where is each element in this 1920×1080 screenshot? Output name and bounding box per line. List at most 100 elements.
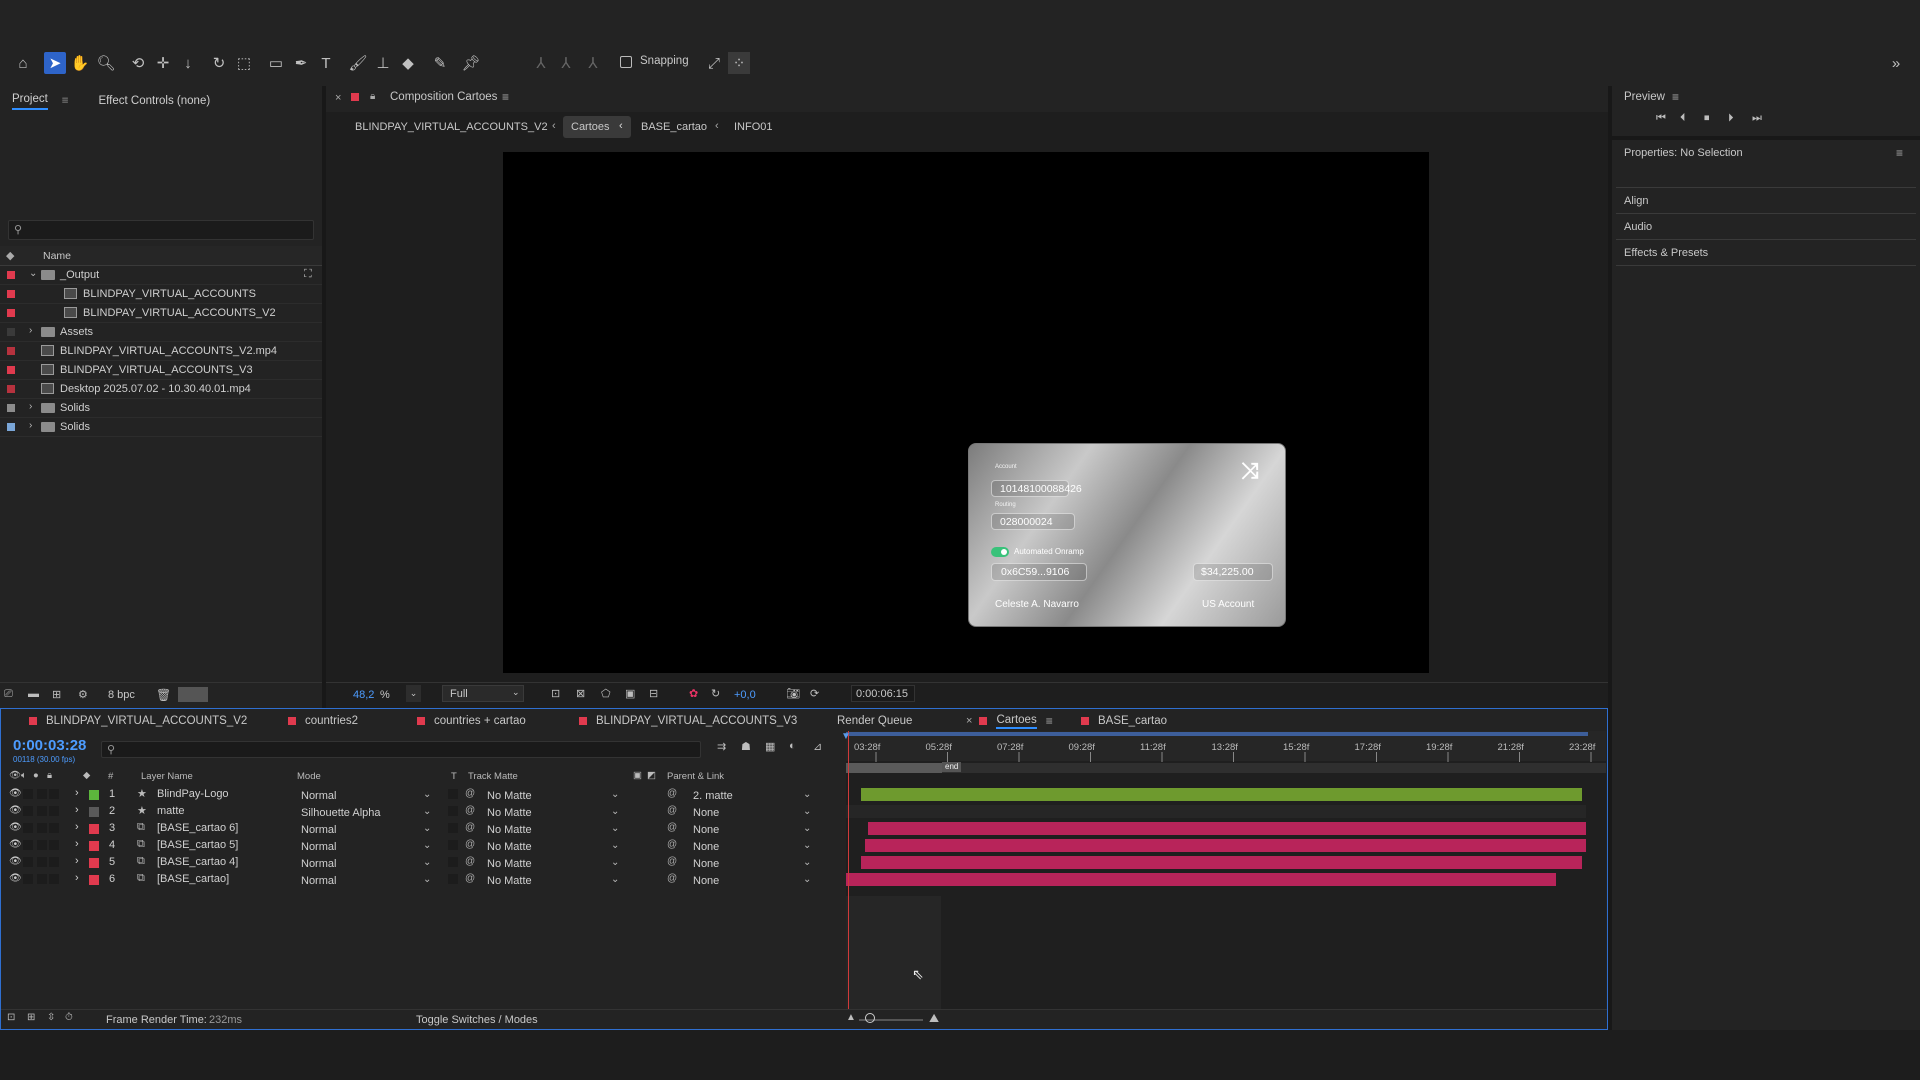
list-item[interactable]: BLINDPAY_VIRTUAL_ACCOUNTS_V2 bbox=[0, 304, 322, 323]
composition-viewer[interactable]: Account 10148100088426 Routing 028000024… bbox=[503, 152, 1429, 673]
parent-pick-whip-icon[interactable]: @ bbox=[667, 839, 677, 850]
audio-section[interactable]: Audio bbox=[1624, 221, 1652, 233]
time-ruler[interactable]: 03:28f 05:28f 07:28f 09:28f 11:28f 13:28f 15:2… bbox=[846, 736, 1606, 762]
project-settings-icon[interactable]: ⚙ bbox=[78, 688, 88, 701]
frame-blending-icon[interactable]: ▦ bbox=[765, 740, 775, 753]
axis-world-icon[interactable]: ⅄ bbox=[555, 52, 577, 74]
preserve-transparency-toggle[interactable] bbox=[448, 806, 458, 816]
matte-source-spiral-icon[interactable]: @ bbox=[465, 805, 475, 816]
label-color-swatch[interactable] bbox=[89, 824, 99, 834]
close-tab-icon[interactable]: × bbox=[966, 715, 972, 727]
tab-countries2[interactable]: countries2 bbox=[288, 712, 358, 730]
parent-select[interactable]: None ⌄ bbox=[687, 856, 817, 871]
track-matte-select[interactable]: No Matte ⌄ bbox=[483, 856, 623, 871]
solo-toggle[interactable] bbox=[37, 857, 47, 867]
audio-toggle[interactable] bbox=[23, 789, 33, 799]
chevron-right-icon[interactable]: › bbox=[29, 401, 32, 412]
preserve-transparency-toggle[interactable] bbox=[448, 874, 458, 884]
track-matte-select[interactable]: No Matte ⌄ bbox=[483, 839, 623, 854]
tab-project[interactable]: Project bbox=[12, 93, 48, 110]
chevron-right-icon[interactable]: › bbox=[29, 420, 32, 431]
solo-toggle[interactable] bbox=[37, 823, 47, 833]
rotate-icon[interactable]: ↻ bbox=[208, 52, 230, 74]
breadcrumb-item[interactable]: INFO01 bbox=[734, 121, 773, 133]
track-matte-select[interactable]: No Matte ⌄ bbox=[483, 788, 623, 803]
panel-menu-icon[interactable]: ≡ bbox=[502, 90, 509, 104]
solo-toggle[interactable] bbox=[37, 840, 47, 850]
mode-select[interactable]: Normal ⌄ bbox=[297, 788, 437, 803]
selection-arrow-icon[interactable]: ➤ bbox=[44, 52, 66, 74]
parent-select[interactable]: None ⌄ bbox=[687, 805, 817, 820]
lock-toggle[interactable] bbox=[49, 857, 59, 867]
playhead-icon[interactable]: ▼ bbox=[841, 731, 851, 742]
lock-toggle[interactable] bbox=[49, 806, 59, 816]
label-color-swatch[interactable] bbox=[89, 790, 99, 800]
layer-name[interactable]: matte bbox=[157, 805, 185, 817]
bpc-button[interactable]: 8 bpc bbox=[108, 689, 135, 701]
list-item[interactable]: BLINDPAY_VIRTUAL_ACCOUNTS_V2.mp4 bbox=[0, 342, 322, 361]
matte-source-spiral-icon[interactable]: @ bbox=[465, 788, 475, 799]
mask-visibility-icon[interactable]: ⬠ bbox=[601, 687, 611, 700]
track-matte-select[interactable]: No Matte ⌄ bbox=[483, 873, 623, 888]
parent-select[interactable]: None ⌄ bbox=[687, 839, 817, 854]
zoom-icon[interactable]: 🔍︎ bbox=[95, 52, 117, 74]
home-icon[interactable]: ⌂ bbox=[12, 52, 34, 74]
axis-view-icon[interactable]: ⅄ bbox=[582, 52, 604, 74]
layer-name[interactable]: [BASE_cartao 4] bbox=[157, 856, 238, 868]
visibility-eye-icon[interactable]: 👁︎ bbox=[9, 856, 22, 867]
list-item[interactable]: › Solids bbox=[0, 418, 322, 437]
lock-toggle[interactable] bbox=[49, 874, 59, 884]
zoom-in-icon[interactable]: ⛰ bbox=[929, 1011, 939, 1026]
next-frame-icon[interactable]: ⏵ bbox=[1728, 112, 1734, 125]
grid-guides-icon[interactable]: ⊟ bbox=[649, 687, 658, 700]
preview-title[interactable]: Preview bbox=[1624, 91, 1665, 103]
pan-behind-icon[interactable]: ⬚ bbox=[233, 52, 255, 74]
last-frame-icon[interactable]: ⏭ bbox=[1752, 112, 1762, 125]
audio-toggle[interactable] bbox=[23, 806, 33, 816]
tab-effect-controls[interactable]: Effect Controls (none) bbox=[99, 95, 211, 107]
list-item[interactable]: › Assets bbox=[0, 323, 322, 342]
snap-features-icon[interactable]: ⁘ bbox=[728, 52, 750, 74]
track-matte-select[interactable]: No Matte ⌄ bbox=[483, 822, 623, 837]
tab-blindpay-virtual-accounts-v3[interactable]: BLINDPAY_VIRTUAL_ACCOUNTS_V3 bbox=[579, 712, 797, 730]
chevron-right-icon[interactable]: › bbox=[75, 821, 79, 833]
fast-previews-icon[interactable]: ⊡ bbox=[551, 687, 560, 700]
panel-menu-icon[interactable]: ≡ bbox=[62, 95, 69, 107]
list-item[interactable]: ⌄ _Output ⛶ bbox=[0, 266, 322, 285]
label-color-swatch[interactable] bbox=[89, 807, 99, 817]
list-item[interactable]: › Solids bbox=[0, 399, 322, 418]
hand-icon[interactable]: ✋ bbox=[69, 52, 91, 74]
parent-select[interactable]: 2. matte ⌄ bbox=[687, 788, 817, 803]
list-item[interactable]: BLINDPAY_VIRTUAL_ACCOUNTS_V3 bbox=[0, 361, 322, 380]
visibility-eye-icon[interactable]: 👁︎ bbox=[9, 822, 22, 833]
panel-menu-icon[interactable]: ≡ bbox=[1896, 146, 1903, 160]
chevron-down-icon[interactable]: ⌄ bbox=[29, 268, 37, 279]
visibility-eye-icon[interactable]: 👁︎ bbox=[9, 873, 22, 884]
parent-pick-whip-icon[interactable]: @ bbox=[667, 822, 677, 833]
zoom-slider-thumb[interactable] bbox=[865, 1013, 875, 1023]
transfer-controls-icon[interactable]: ⊞ bbox=[27, 1012, 35, 1023]
project-search-input[interactable]: ⚲ bbox=[8, 220, 314, 240]
show-snapshot-icon[interactable]: ⟳ bbox=[810, 687, 819, 700]
tab-render-queue[interactable]: Render Queue bbox=[837, 712, 912, 730]
chevron-right-icon[interactable]: › bbox=[75, 855, 79, 867]
label-color-swatch[interactable] bbox=[89, 841, 99, 851]
work-area-region[interactable] bbox=[846, 763, 942, 773]
audio-toggle[interactable] bbox=[23, 823, 33, 833]
audio-toggle[interactable] bbox=[23, 857, 33, 867]
visibility-eye-icon[interactable]: 👁︎ bbox=[9, 788, 22, 799]
layer-switches-icon[interactable]: ⊡ bbox=[7, 1012, 15, 1023]
zoom-out-icon[interactable]: ▲ bbox=[846, 1012, 856, 1023]
pan-icon[interactable]: ✛ bbox=[152, 52, 174, 74]
time-graph[interactable]: 03:28f 05:28f 07:28f 09:28f 11:28f 13:28f 15:2… bbox=[841, 731, 1606, 1009]
new-composition-icon[interactable]: ⊞ bbox=[52, 688, 61, 701]
tab-blindpay-virtual-accounts-v2[interactable]: BLINDPAY_VIRTUAL_ACCOUNTS_V2 bbox=[29, 712, 247, 730]
matte-source-spiral-icon[interactable]: @ bbox=[465, 873, 475, 884]
orbit-icon[interactable]: ⟲ bbox=[127, 52, 149, 74]
matte-source-spiral-icon[interactable]: @ bbox=[465, 822, 475, 833]
list-item[interactable]: Desktop 2025.07.02 - 10.30.40.01.mp4 bbox=[0, 380, 322, 399]
mode-select[interactable]: Normal ⌄ bbox=[297, 822, 437, 837]
eraser-icon[interactable]: ◆ bbox=[397, 52, 419, 74]
matte-source-spiral-icon[interactable]: @ bbox=[465, 856, 475, 867]
composition-title[interactable]: Composition Cartoes bbox=[390, 91, 497, 103]
